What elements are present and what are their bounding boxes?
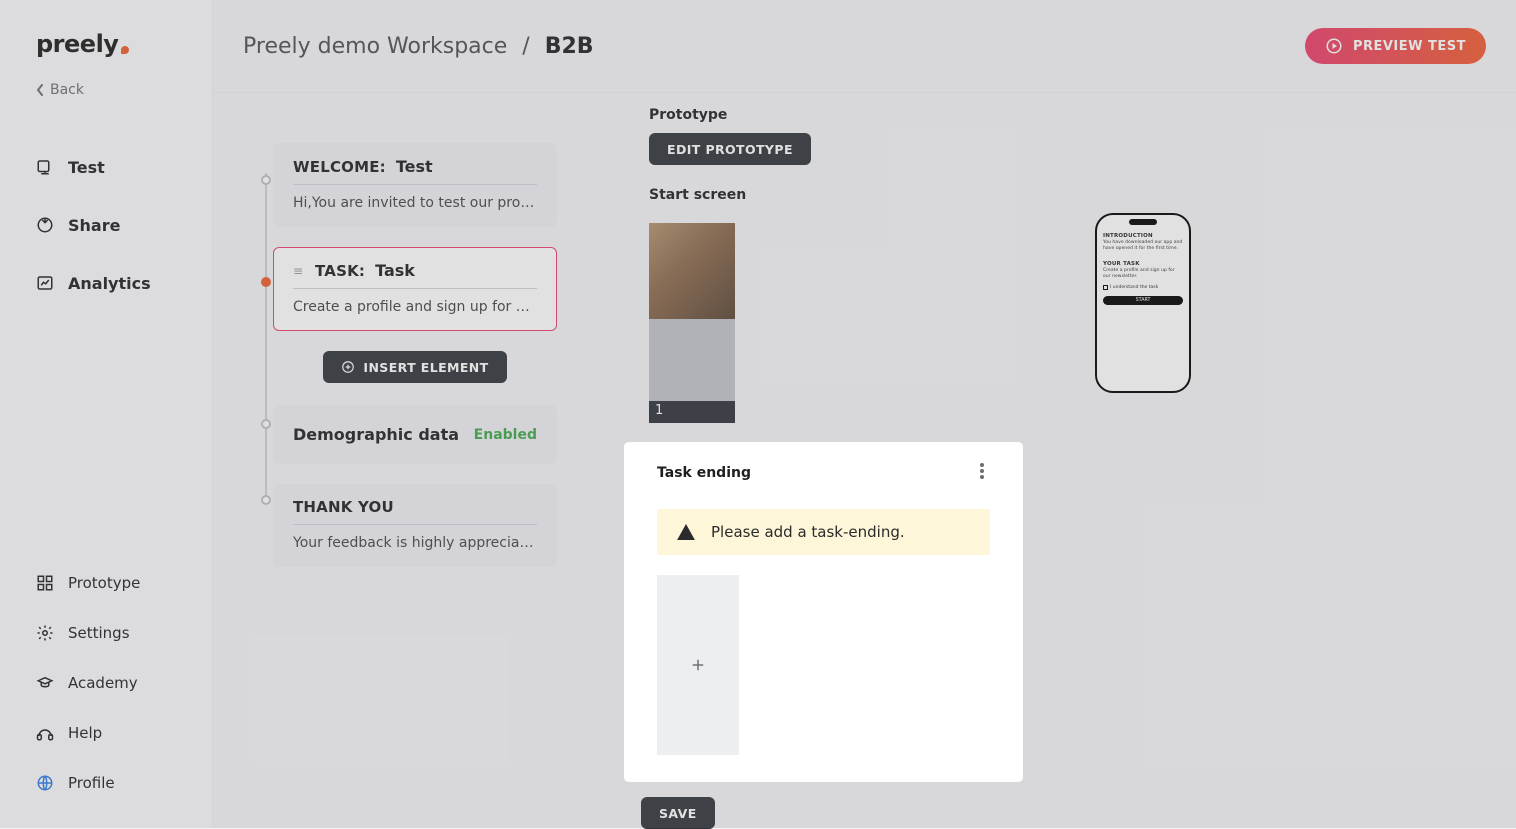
step-label: THANK YOU xyxy=(293,498,394,516)
step-card-task[interactable]: ≡ TASK: Task Create a profile and sign u… xyxy=(273,247,557,331)
phone-notch-icon xyxy=(1129,219,1157,225)
step-value: Task xyxy=(375,261,415,280)
phone-start-button: START xyxy=(1103,296,1183,305)
breadcrumb-workspace[interactable]: Preely demo Workspace xyxy=(243,34,507,59)
sidebar-item-prototype[interactable]: Prototype xyxy=(0,558,212,608)
phone-task-text: Create a profile and sign up for our new… xyxy=(1103,268,1183,279)
insert-element-button[interactable]: INSERT ELEMENT xyxy=(323,351,506,383)
analytics-icon xyxy=(36,274,54,292)
phone-intro-text: You have downloaded our app and have ope… xyxy=(1103,240,1183,251)
step-body: Create a profile and sign up for our new… xyxy=(293,299,537,315)
step-label: Demographic data xyxy=(293,425,459,444)
prototype-icon xyxy=(36,574,54,592)
task-ending-card: Task ending Please add a task-ending. xyxy=(627,445,1020,779)
sidebar-item-label: Settings xyxy=(68,624,130,642)
help-icon xyxy=(36,724,54,742)
phone-checkbox-row: I understand the task xyxy=(1103,285,1183,290)
header: Preely demo Workspace / B2B PREVIEW TEST xyxy=(213,0,1516,93)
warning-icon xyxy=(677,524,695,540)
step-card-thanks[interactable]: THANK YOU Your feedback is highly apprec… xyxy=(273,484,557,567)
sidebar-item-settings[interactable]: Settings xyxy=(0,608,212,658)
phone-preview: INTRODUCTION You have downloaded our app… xyxy=(1095,213,1191,393)
phone-task-heading: YOUR TASK xyxy=(1103,261,1183,267)
step-status: Enabled xyxy=(474,427,537,443)
sidebar-item-test[interactable]: Test xyxy=(0,138,212,196)
sidebar-item-label: Analytics xyxy=(68,274,151,293)
steps-panel: WELCOME: Test Hi,You are invited to test… xyxy=(213,93,603,828)
step-value: Test xyxy=(396,157,433,176)
save-label: SAVE xyxy=(659,806,697,821)
preview-test-label: PREVIEW TEST xyxy=(1353,39,1466,54)
logo-dot-icon xyxy=(121,46,129,54)
sidebar-item-label: Academy xyxy=(68,674,138,692)
phone-check-label: I understand the task xyxy=(1110,285,1158,290)
sidebar-item-label: Profile xyxy=(68,774,115,792)
breadcrumb-separator: / xyxy=(514,34,537,59)
timeline-dot xyxy=(261,495,271,505)
step-body: Your feedback is highly appreciated.It i… xyxy=(293,535,537,551)
edit-prototype-button[interactable]: EDIT PROTOTYPE xyxy=(649,133,811,165)
detail-panel: Prototype EDIT PROTOTYPE Start screen 1 … xyxy=(603,93,1516,828)
test-icon xyxy=(36,158,54,176)
breadcrumb-project[interactable]: B2B xyxy=(545,34,594,59)
step-card-welcome[interactable]: WELCOME: Test Hi,You are invited to test… xyxy=(273,143,557,227)
sidebar-item-label: Help xyxy=(68,724,102,742)
sidebar-item-profile[interactable]: Profile xyxy=(0,758,212,808)
task-ending-label: Task ending xyxy=(657,465,751,481)
step-body: Hi,You are invited to test our prototype… xyxy=(293,195,537,211)
timeline-dot-active xyxy=(261,277,271,287)
logo: preely xyxy=(0,30,212,58)
back-label: Back xyxy=(50,82,84,98)
save-button[interactable]: SAVE xyxy=(641,797,715,829)
sidebar-item-academy[interactable]: Academy xyxy=(0,658,212,708)
thumbnail-image xyxy=(649,223,735,319)
task-ending-menu-button[interactable] xyxy=(974,457,990,489)
drag-handle-icon[interactable]: ≡ xyxy=(293,264,305,278)
sidebar-item-analytics[interactable]: Analytics xyxy=(0,254,212,312)
add-task-ending-button[interactable] xyxy=(657,575,739,755)
thumbnail-index: 1 xyxy=(649,401,735,423)
preview-test-button[interactable]: PREVIEW TEST xyxy=(1305,28,1486,64)
edit-prototype-label: EDIT PROTOTYPE xyxy=(667,142,793,157)
sidebar: preely Back Test Share Analytics Prototy… xyxy=(0,0,213,828)
plus-icon xyxy=(689,656,707,674)
back-link[interactable]: Back xyxy=(0,58,212,108)
step-card-demographic[interactable]: Demographic data Enabled xyxy=(273,405,557,464)
timeline-dot xyxy=(261,419,271,429)
start-screen-label: Start screen xyxy=(649,187,1470,203)
more-vertical-icon xyxy=(980,463,984,479)
timeline-dot xyxy=(261,175,271,185)
share-icon xyxy=(36,216,54,234)
chevron-left-icon xyxy=(36,84,44,96)
sidebar-item-help[interactable]: Help xyxy=(0,708,212,758)
sidebar-item-label: Prototype xyxy=(68,574,140,592)
step-label: TASK: xyxy=(315,262,365,280)
logo-text: preely xyxy=(36,30,118,58)
plus-circle-icon xyxy=(341,360,355,374)
academy-icon xyxy=(36,674,54,692)
sidebar-item-label: Test xyxy=(68,158,105,177)
phone-intro-heading: INTRODUCTION xyxy=(1103,233,1183,239)
start-screen-thumbnail[interactable]: 1 xyxy=(649,223,735,423)
insert-element-label: INSERT ELEMENT xyxy=(363,360,488,375)
warning-text: Please add a task-ending. xyxy=(711,523,905,541)
sidebar-item-share[interactable]: Share xyxy=(0,196,212,254)
warning-banner: Please add a task-ending. xyxy=(657,509,990,555)
prototype-label: Prototype xyxy=(649,107,1470,123)
step-label: WELCOME: xyxy=(293,158,386,176)
play-circle-icon xyxy=(1325,37,1343,55)
checkbox-icon xyxy=(1103,285,1108,290)
gear-icon xyxy=(36,624,54,642)
sidebar-item-label: Share xyxy=(68,216,120,235)
breadcrumb: Preely demo Workspace / B2B xyxy=(243,34,594,59)
globe-icon xyxy=(36,774,54,792)
